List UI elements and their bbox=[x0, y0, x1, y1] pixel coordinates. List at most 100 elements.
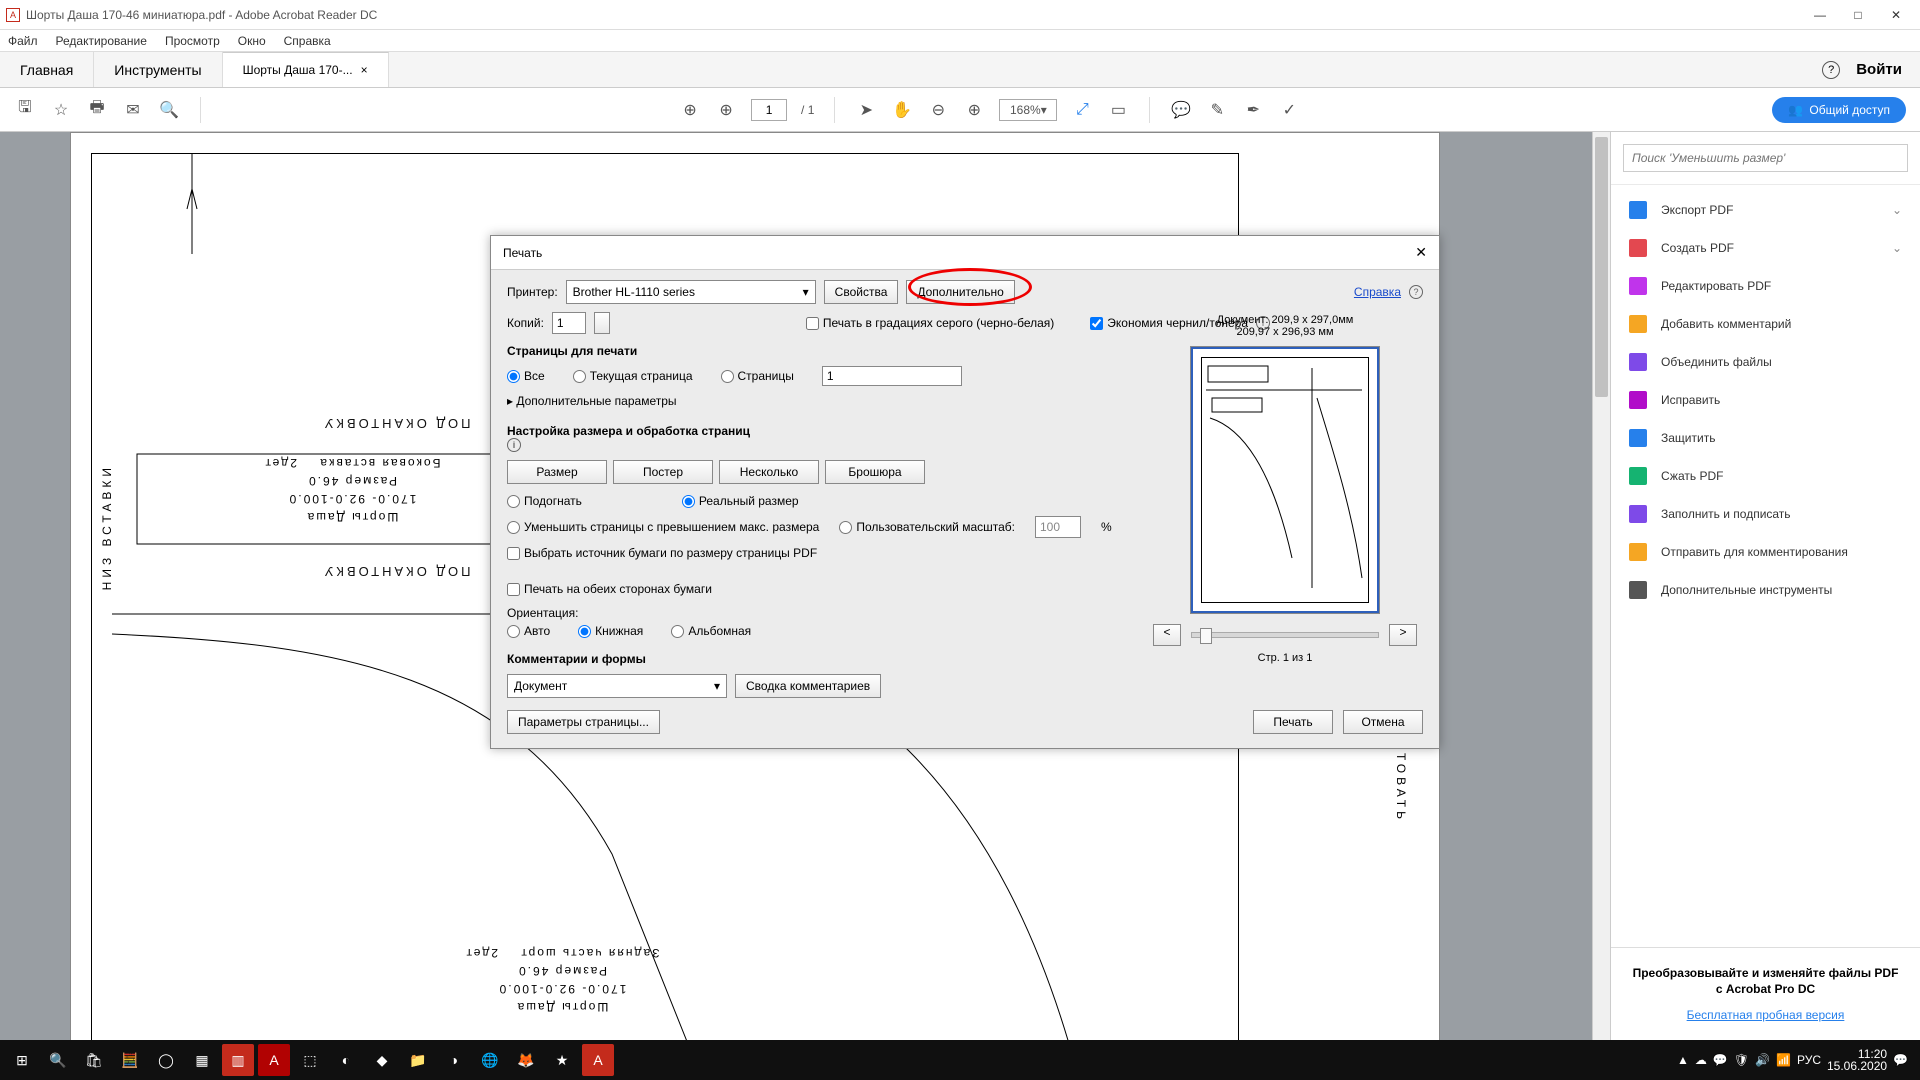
rb-shrink[interactable]: Уменьшить страницы с превышением макс. р… bbox=[507, 520, 819, 534]
minimize-button[interactable]: — bbox=[1810, 8, 1830, 22]
rb-landscape[interactable]: Альбомная bbox=[671, 624, 751, 638]
taskbar-app5[interactable]: ◆ bbox=[366, 1044, 398, 1076]
printer-select[interactable]: Brother HL-1110 series▾ bbox=[566, 280, 816, 304]
custom-scale-input[interactable] bbox=[1035, 516, 1081, 538]
notifications-icon[interactable]: 💬 bbox=[1893, 1053, 1908, 1067]
rb-all[interactable]: Все bbox=[507, 369, 545, 383]
taskbar-pdf[interactable]: ▥ bbox=[222, 1044, 254, 1076]
rb-fit[interactable]: Подогнать bbox=[507, 494, 582, 508]
btn-size[interactable]: Размер bbox=[507, 460, 607, 484]
tool-item-0[interactable]: Экспорт PDF⌄ bbox=[1611, 191, 1920, 229]
cb-paper-source[interactable]: Выбрать источник бумаги по размеру стран… bbox=[507, 546, 1137, 560]
taskbar-store[interactable]: 🛍 bbox=[78, 1044, 110, 1076]
start-button[interactable]: ⊞ bbox=[6, 1044, 38, 1076]
hand-tool-icon[interactable]: ✋ bbox=[891, 99, 913, 121]
tray-icon[interactable]: ▲ bbox=[1677, 1053, 1689, 1067]
btn-multi[interactable]: Несколько bbox=[719, 460, 819, 484]
cb-both-sides[interactable]: Печать на обеих сторонах бумаги bbox=[507, 582, 1137, 596]
rb-pages[interactable]: Страницы bbox=[721, 369, 794, 383]
taskbar-xbox[interactable]: ◯ bbox=[150, 1044, 182, 1076]
rb-auto[interactable]: Авто bbox=[507, 624, 550, 638]
taskbar-app4[interactable]: ◐ bbox=[330, 1044, 362, 1076]
preview-slider[interactable] bbox=[1191, 632, 1379, 638]
zoom-in-icon[interactable]: ⊕ bbox=[963, 99, 985, 121]
tool-item-7[interactable]: Сжать PDF bbox=[1611, 457, 1920, 495]
vertical-scrollbar[interactable] bbox=[1592, 132, 1610, 1040]
tray-icon[interactable]: 💬 bbox=[1713, 1053, 1728, 1067]
more-params-toggle[interactable]: ▸ Дополнительные параметры bbox=[507, 394, 1137, 408]
tray-icon[interactable]: 📶 bbox=[1776, 1053, 1791, 1067]
properties-button[interactable]: Свойства bbox=[824, 280, 899, 304]
tool-item-10[interactable]: Дополнительные инструменты bbox=[1611, 571, 1920, 609]
tool-item-5[interactable]: Исправить bbox=[1611, 381, 1920, 419]
read-mode-icon[interactable]: ▭ bbox=[1107, 99, 1129, 121]
tool-item-3[interactable]: Добавить комментарий bbox=[1611, 305, 1920, 343]
tool-item-1[interactable]: Создать PDF⌄ bbox=[1611, 229, 1920, 267]
help-icon[interactable]: ? bbox=[1822, 61, 1840, 79]
comment-icon[interactable]: 💬 bbox=[1170, 99, 1192, 121]
grayscale-checkbox[interactable]: Печать в градациях серого (черно-белая) bbox=[806, 316, 1054, 330]
tab-tools[interactable]: Инструменты bbox=[94, 52, 222, 87]
page-down-icon[interactable]: ⊕ bbox=[715, 99, 737, 121]
select-tool-icon[interactable]: ➤ bbox=[855, 99, 877, 121]
pages-input[interactable] bbox=[822, 366, 962, 386]
tool-item-9[interactable]: Отправить для комментирования bbox=[1611, 533, 1920, 571]
page-up-icon[interactable]: ⊕ bbox=[679, 99, 701, 121]
rb-custom[interactable]: Пользовательский масштаб: bbox=[839, 520, 1015, 534]
taskbar-chrome[interactable]: 🌐 bbox=[474, 1044, 506, 1076]
tray-icon[interactable]: ☁ bbox=[1695, 1053, 1707, 1067]
search-icon[interactable]: 🔍 bbox=[158, 99, 180, 121]
zoom-out-icon[interactable]: ⊖ bbox=[927, 99, 949, 121]
sign-icon[interactable]: ✒ bbox=[1242, 99, 1264, 121]
preview-next-button[interactable]: > bbox=[1389, 624, 1417, 646]
close-button[interactable]: ✕ bbox=[1886, 8, 1906, 22]
save-icon[interactable]: 🖫 bbox=[14, 99, 36, 121]
taskbar-app2[interactable]: A bbox=[258, 1044, 290, 1076]
mail-icon[interactable]: ✉ bbox=[122, 99, 144, 121]
trial-link[interactable]: Бесплатная пробная версия bbox=[1687, 1008, 1845, 1022]
taskbar-clock[interactable]: 11:20 15.06.2020 bbox=[1827, 1048, 1887, 1072]
taskbar-app1[interactable]: ▦ bbox=[186, 1044, 218, 1076]
search-input[interactable] bbox=[1623, 144, 1908, 172]
taskbar-calc[interactable]: 🧮 bbox=[114, 1044, 146, 1076]
scroll-thumb[interactable] bbox=[1595, 137, 1608, 397]
copies-input[interactable] bbox=[552, 312, 586, 334]
rb-current[interactable]: Текущая страница bbox=[573, 369, 693, 383]
print-icon[interactable]: 🖶 bbox=[86, 99, 108, 121]
star-icon[interactable]: ☆ bbox=[50, 99, 72, 121]
print-button[interactable]: Печать bbox=[1253, 710, 1333, 734]
tray-icon[interactable]: 🛡 bbox=[1734, 1053, 1749, 1067]
comments-select[interactable]: Документ▾ bbox=[507, 674, 727, 698]
tool-item-6[interactable]: Защитить bbox=[1611, 419, 1920, 457]
taskbar-acrobat[interactable]: A bbox=[582, 1044, 614, 1076]
cancel-button[interactable]: Отмена bbox=[1343, 710, 1423, 734]
menu-file[interactable]: Файл bbox=[8, 34, 38, 48]
taskbar-app3[interactable]: ⬚ bbox=[294, 1044, 326, 1076]
comments-summary-button[interactable]: Сводка комментариев bbox=[735, 674, 881, 698]
advanced-button[interactable]: Дополнительно bbox=[906, 280, 1014, 304]
maximize-button[interactable]: □ bbox=[1848, 8, 1868, 22]
preview-prev-button[interactable]: < bbox=[1153, 624, 1181, 646]
tab-close-icon[interactable]: × bbox=[361, 63, 368, 77]
dialog-help-link[interactable]: Справка bbox=[1354, 285, 1401, 299]
menu-view[interactable]: Просмотр bbox=[165, 34, 220, 48]
tab-home[interactable]: Главная bbox=[0, 52, 94, 87]
login-button[interactable]: Войти bbox=[1856, 61, 1902, 78]
menu-edit[interactable]: Редактирование bbox=[56, 34, 147, 48]
stamp-icon[interactable]: ✓ bbox=[1278, 99, 1300, 121]
tray-lang[interactable]: РУС bbox=[1797, 1053, 1821, 1067]
dialog-close-button[interactable]: ✕ bbox=[1415, 244, 1427, 261]
taskbar-app6[interactable]: ★ bbox=[546, 1044, 578, 1076]
fit-width-icon[interactable]: ⤢ bbox=[1071, 99, 1093, 121]
taskbar-firefox[interactable]: 🦊 bbox=[510, 1044, 542, 1076]
tool-item-2[interactable]: Редактировать PDF bbox=[1611, 267, 1920, 305]
rb-portrait[interactable]: Книжная bbox=[578, 624, 643, 638]
system-tray[interactable]: ▲ ☁ 💬 🛡 🔊 📶 РУС 11:20 15.06.2020 💬 bbox=[1677, 1048, 1914, 1072]
btn-brochure[interactable]: Брошюра bbox=[825, 460, 925, 484]
highlight-icon[interactable]: ✎ bbox=[1206, 99, 1228, 121]
size-info-icon[interactable]: i bbox=[507, 438, 521, 452]
menu-help[interactable]: Справка bbox=[284, 34, 331, 48]
page-number-input[interactable] bbox=[751, 99, 787, 121]
share-button[interactable]: 👥Общий доступ bbox=[1772, 97, 1906, 123]
btn-poster[interactable]: Постер bbox=[613, 460, 713, 484]
